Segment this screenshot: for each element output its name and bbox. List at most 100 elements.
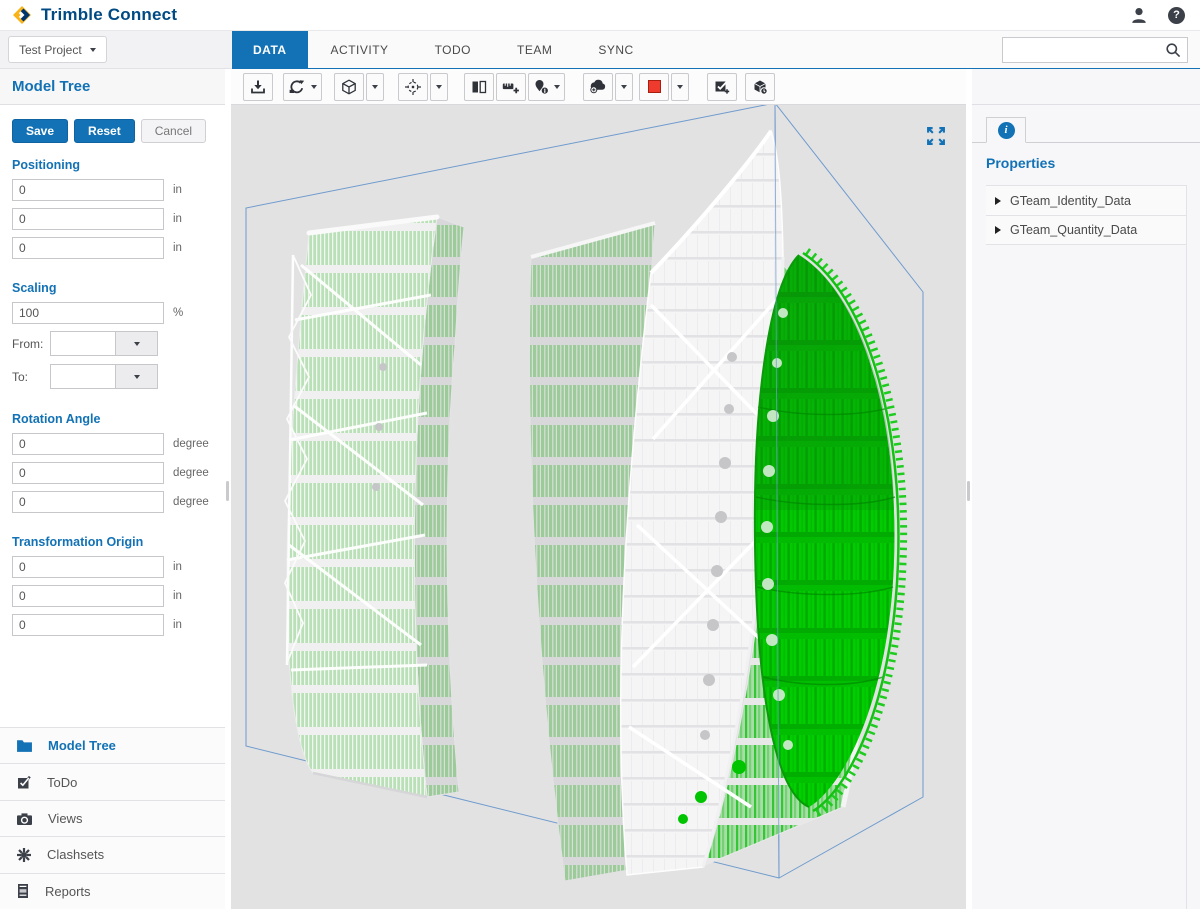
origin-y-row: in xyxy=(12,585,225,607)
chevron-down-icon xyxy=(621,84,627,89)
unit-label: in xyxy=(173,242,182,254)
save-button[interactable]: Save xyxy=(12,119,69,143)
to-label: To: xyxy=(12,369,29,384)
origin-x-input[interactable] xyxy=(12,556,164,578)
chevron-down-icon xyxy=(372,84,378,89)
section-plane-button[interactable] xyxy=(464,72,494,101)
report-icon xyxy=(18,884,28,899)
help-icon[interactable]: ? xyxy=(1168,6,1185,24)
transform-actions: Save Reset Cancel xyxy=(0,105,225,143)
property-group-label: GTeam_Quantity_Data xyxy=(1010,223,1138,237)
origin-z-input[interactable] xyxy=(12,614,164,636)
tab-activity[interactable]: ACTIVITY xyxy=(308,31,412,68)
sidebar-item-todo[interactable]: ToDo xyxy=(0,763,225,799)
sidebar-item-reports[interactable]: Reports xyxy=(0,872,225,909)
resize-grip[interactable] xyxy=(226,481,229,501)
positioning-z-row: in xyxy=(12,237,225,259)
add-to-cloud-button[interactable] xyxy=(583,72,613,101)
positioning-y-input[interactable] xyxy=(12,208,164,230)
assembly-browser-icon xyxy=(754,80,768,95)
sidebar-item-model-tree[interactable]: Model Tree xyxy=(0,727,225,763)
scaling-row: % xyxy=(12,302,225,324)
chevron-down-icon xyxy=(133,341,140,346)
add-measurement-icon xyxy=(502,83,519,93)
property-group-quantity[interactable]: GTeam_Quantity_Data xyxy=(986,215,1186,245)
rotation-y-input[interactable] xyxy=(12,462,164,484)
expand-arrow-icon xyxy=(995,226,1001,234)
cancel-button[interactable]: Cancel xyxy=(140,119,207,143)
positioning-x-input[interactable] xyxy=(12,179,164,201)
nav-label: Views xyxy=(48,811,83,827)
3d-model-canvas[interactable] xyxy=(231,105,966,909)
app-logo[interactable]: Trimble Connect xyxy=(0,5,177,25)
properties-title: Properties xyxy=(986,155,1056,171)
selection-color-menu-button[interactable] xyxy=(671,72,689,101)
tab-todo[interactable]: TODO xyxy=(412,31,494,68)
unit-label: in xyxy=(173,184,182,196)
origin-y-input[interactable] xyxy=(12,585,164,607)
rotation-x-input[interactable] xyxy=(12,433,164,455)
positioning-z-input[interactable] xyxy=(12,237,164,259)
scaling-input[interactable] xyxy=(12,302,164,324)
right-panel-top-strip xyxy=(972,69,1200,105)
download-icon xyxy=(251,80,265,93)
sidebar-item-clashsets[interactable]: Clashsets xyxy=(0,836,225,872)
add-marker-button[interactable] xyxy=(528,72,565,101)
properties-scrollbar[interactable] xyxy=(1186,185,1187,909)
refresh-view-button[interactable] xyxy=(283,72,322,101)
expand-arrow-icon xyxy=(995,196,1001,205)
cloud-menu-button[interactable] xyxy=(615,72,633,101)
properties-panel: i Properties GTeam_Identity_Data GTeam_Q… xyxy=(972,105,1200,909)
fullscreen-icon[interactable] xyxy=(927,127,945,145)
search-input[interactable] xyxy=(1003,42,1165,57)
sidebar-nav: Model Tree ToDo Views Clashsets Reports xyxy=(0,727,225,909)
rotation-z-input[interactable] xyxy=(12,491,164,513)
scaling-from-input[interactable] xyxy=(50,331,116,356)
tab-sync[interactable]: SYNC xyxy=(575,31,656,68)
scaling-to-dropdown[interactable] xyxy=(116,364,158,389)
user-icon[interactable] xyxy=(1130,7,1148,24)
add-markup-button[interactable] xyxy=(707,72,737,101)
positioning-label: Positioning xyxy=(12,158,81,172)
positioning-x-row: in xyxy=(12,179,225,201)
rotation-y-row: degree xyxy=(12,462,225,484)
search-icon[interactable] xyxy=(1165,42,1187,58)
clash-icon xyxy=(17,847,31,862)
view-cube-button[interactable] xyxy=(334,72,364,101)
assembly-browser-button[interactable] xyxy=(745,72,775,101)
unit-label: % xyxy=(173,307,184,319)
view-cube-menu-button[interactable] xyxy=(366,72,384,101)
tab-team[interactable]: TEAM xyxy=(494,31,575,68)
scaling-to-row: To: xyxy=(12,364,225,389)
property-group-identity[interactable]: GTeam_Identity_Data xyxy=(986,185,1186,215)
rotation-angle-label: Rotation Angle xyxy=(12,412,101,426)
selection-color-button[interactable] xyxy=(639,72,669,101)
project-name: Test Project xyxy=(19,42,82,57)
scaling-to-input[interactable] xyxy=(50,364,116,389)
resize-grip[interactable] xyxy=(967,481,970,501)
unit-label: in xyxy=(173,213,182,225)
project-selector[interactable]: Test Project xyxy=(8,36,107,63)
sidebar-item-views[interactable]: Views xyxy=(0,799,225,836)
todo-icon xyxy=(18,775,31,789)
reset-button[interactable]: Reset xyxy=(74,119,135,143)
download-button[interactable] xyxy=(243,72,273,101)
scaling-from-dropdown[interactable] xyxy=(116,331,158,356)
model-tree-panel: Save Reset Cancel Positioning in in in S… xyxy=(0,105,225,727)
focus-model-button[interactable] xyxy=(398,72,428,101)
add-markup-icon xyxy=(715,80,730,94)
sidebar-panel-title: Model Tree xyxy=(0,69,225,105)
origin-z-row: in xyxy=(12,614,225,636)
origin-x-row: in xyxy=(12,556,225,578)
3d-viewer[interactable] xyxy=(231,105,966,909)
chevron-down-icon xyxy=(89,47,96,52)
selection-color-icon xyxy=(647,80,661,93)
unit-label: in xyxy=(173,619,182,631)
search-box xyxy=(1002,36,1188,63)
tab-info[interactable]: i xyxy=(986,117,1026,143)
focus-model-menu-button[interactable] xyxy=(430,72,448,101)
add-measurement-button[interactable] xyxy=(496,72,526,101)
tab-data[interactable]: DATA xyxy=(232,31,308,68)
chevron-down-icon xyxy=(133,374,140,379)
project-bar: Test Project xyxy=(0,31,232,69)
